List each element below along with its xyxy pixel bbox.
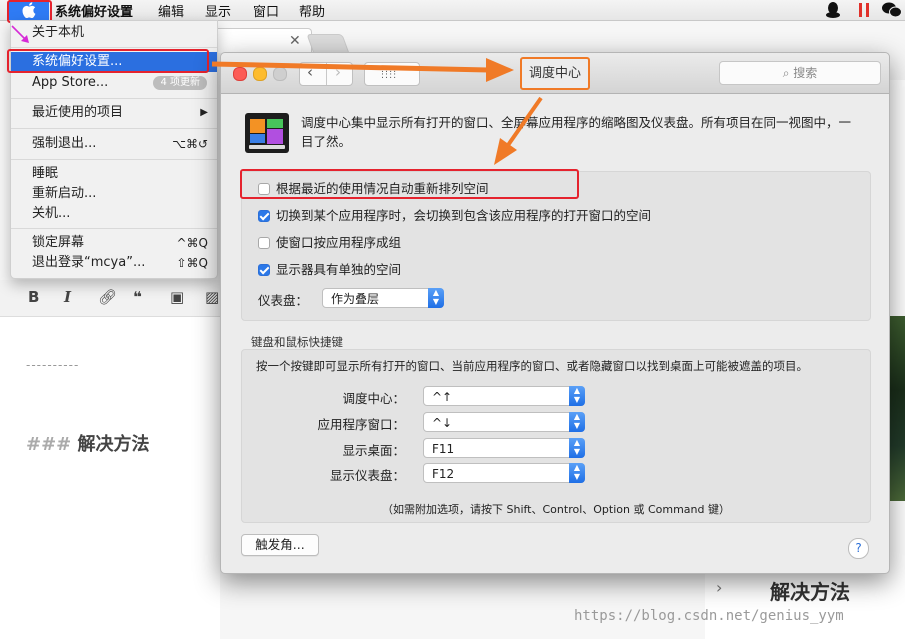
close-tab-icon[interactable]: ✕: [289, 33, 301, 49]
chevron-right-icon[interactable]: ›: [716, 578, 722, 597]
shortcuts-panel: 按一个按键即可显示所有打开的窗口、当前应用程序的窗口、或者隐藏窗口以找到桌面上可…: [241, 349, 871, 523]
icon-dock: [249, 145, 285, 149]
menu-view[interactable]: 显示: [205, 1, 231, 20]
updown-arrow-icon: ▲ ▼: [428, 288, 444, 308]
qq-icon[interactable]: [825, 1, 841, 19]
zoom-window-button[interactable]: [273, 67, 287, 81]
mission-control-window: ‹ › :::::::: ⌕ 搜索 调度中心集中显示所有打开的窗口、全屏幕应用程…: [220, 52, 890, 574]
new-tab-button[interactable]: [306, 34, 350, 54]
app-windows-shortcut-select[interactable]: ^↓ ▲ ▼: [423, 412, 585, 432]
watermark: https://blog.csdn.net/genius_yym: [574, 608, 844, 624]
markdown-heading: ### 解决方法: [26, 434, 150, 455]
shortcut-label: 显示仪表盘：: [329, 468, 405, 483]
italic-icon[interactable]: I: [64, 288, 71, 306]
updown-arrow-icon: ▲ ▼: [569, 438, 585, 458]
annotation-option-box: [240, 169, 579, 199]
image-icon[interactable]: ▨: [205, 288, 219, 306]
description-text: 调度中心集中显示所有打开的窗口、全屏幕应用程序的缩略图及仪表盘。所有项目在同一视…: [301, 115, 852, 149]
code-icon[interactable]: ▣: [170, 288, 184, 306]
show-all-button[interactable]: ::::::::: [364, 62, 420, 86]
preview-image: [889, 316, 905, 501]
grid-icon: ::::::::: [381, 65, 398, 81]
menu-item-lock[interactable]: 锁定屏幕 ^⌘Q: [11, 233, 217, 253]
editor-toolbar: B I 🔗︎ ❝ ▣ ▨: [0, 280, 220, 317]
browser-tab[interactable]: ✕: [210, 28, 312, 53]
wechat-icon[interactable]: [882, 2, 902, 18]
checkbox[interactable]: [258, 264, 270, 276]
update-badge: 4 项更新: [153, 76, 207, 90]
menu-separator: [11, 47, 217, 48]
menu-item-restart[interactable]: 重新启动...: [11, 184, 217, 204]
shortcut-label: 应用程序窗口：: [317, 417, 405, 432]
mission-control-icon: [245, 113, 289, 153]
menu-item-sleep[interactable]: 睡眠: [11, 164, 217, 184]
back-icon[interactable]: ‹: [307, 63, 313, 81]
annotation-sysprefs-box: [7, 49, 209, 73]
menubar: 系统偏好设置 编辑 显示 窗口 帮助: [0, 0, 905, 21]
annotation-pink-arrow: [11, 25, 29, 43]
menu-separator: [11, 128, 217, 129]
icon-tile: [267, 119, 283, 128]
icon-tile: [250, 119, 265, 133]
shortcuts-description: 按一个按键即可显示所有打开的窗口、当前应用程序的窗口、或者隐藏窗口以找到桌面上可…: [256, 359, 808, 373]
shortcuts-heading: 键盘和鼠标快捷键: [251, 335, 343, 349]
window-title: 调度中心: [520, 57, 590, 90]
forward-icon[interactable]: ›: [335, 63, 341, 81]
close-window-button[interactable]: [233, 67, 247, 81]
submenu-arrow-icon: ▶: [200, 107, 208, 118]
menu-separator: [11, 228, 217, 229]
help-button[interactable]: ?: [848, 538, 869, 559]
checkbox[interactable]: [258, 210, 270, 222]
editor-pane: [0, 280, 220, 639]
pause-icon[interactable]: [858, 3, 870, 17]
menu-item-force-quit[interactable]: 强制退出... ⌥⌘↺: [11, 134, 217, 154]
search-icon: ⌕: [782, 66, 790, 80]
icon-tile: [267, 129, 283, 144]
show-desktop-shortcut-select[interactable]: F11 ▲ ▼: [423, 438, 585, 458]
icon-tile: [250, 134, 265, 143]
updown-arrow-icon: ▲ ▼: [569, 412, 585, 432]
dashboard-label: 仪表盘：: [258, 293, 309, 308]
quote-icon[interactable]: ❝: [133, 288, 142, 306]
bold-icon[interactable]: B: [28, 288, 39, 306]
preview-heading: 解决方法: [770, 580, 850, 604]
search-field[interactable]: ⌕ 搜索: [719, 61, 881, 85]
menu-separator: [11, 159, 217, 160]
menu-item-logout[interactable]: 退出登录“mcya”... ⇧⌘Q: [11, 253, 217, 273]
minimize-window-button[interactable]: [253, 67, 267, 81]
checkbox[interactable]: [258, 237, 270, 249]
shortcut-label: 显示桌面：: [342, 443, 405, 458]
mission-control-shortcut-select[interactable]: ^↑ ▲ ▼: [423, 386, 585, 406]
markdown-hr: ----------: [26, 358, 80, 372]
modifier-hint: （如需附加选项，请按下 Shift、Control、Option 或 Comma…: [382, 503, 730, 516]
menu-item-recent[interactable]: 最近使用的项目 ▶: [11, 103, 217, 123]
menu-separator: [11, 98, 217, 99]
updown-arrow-icon: ▲ ▼: [569, 386, 585, 406]
dashboard-select[interactable]: 作为叠层 ▲ ▼: [322, 288, 444, 308]
link-icon[interactable]: 🔗︎: [98, 288, 117, 306]
nav-buttons: ‹ ›: [299, 62, 353, 86]
menu-window[interactable]: 窗口: [253, 1, 279, 20]
nav-divider: [326, 63, 327, 85]
menu-item-about[interactable]: 关于本机: [11, 23, 217, 43]
updown-arrow-icon: ▲ ▼: [569, 463, 585, 483]
menu-item-appstore[interactable]: App Store... 4 项更新: [11, 73, 217, 93]
menu-edit[interactable]: 编辑: [158, 1, 184, 20]
menu-item-shutdown[interactable]: 关机...: [11, 204, 217, 224]
menu-sysprefs[interactable]: 系统偏好设置: [55, 1, 133, 20]
hot-corners-button[interactable]: 触发角...: [241, 534, 319, 556]
shortcut-label: 调度中心：: [342, 391, 405, 406]
dashboard-shortcut-select[interactable]: F12 ▲ ▼: [423, 463, 585, 483]
menu-help[interactable]: 帮助: [299, 1, 325, 20]
